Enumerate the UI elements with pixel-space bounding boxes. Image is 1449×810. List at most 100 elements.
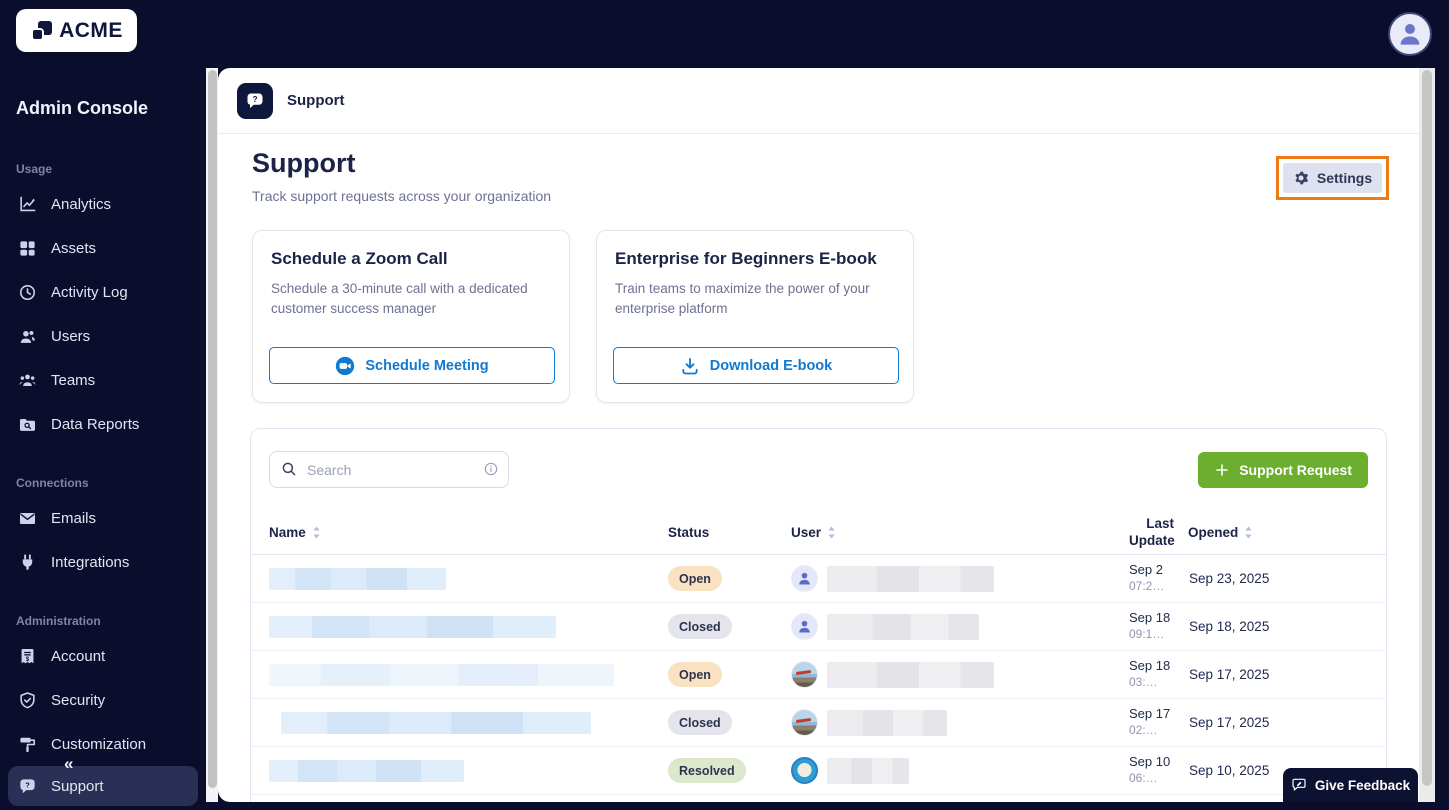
breadcrumb: Support	[218, 68, 1419, 134]
sidebar-nav: Usage Analytics Assets Activity Log User…	[0, 140, 206, 806]
sidebar-item-label: Support	[51, 778, 104, 795]
sidebar-item-label: Analytics	[51, 196, 111, 213]
support-request-button[interactable]: Support Request	[1198, 452, 1368, 488]
download-icon	[680, 356, 700, 376]
column-header-opened[interactable]: Opened	[1188, 525, 1386, 540]
sidebar-item-analytics[interactable]: Analytics	[8, 182, 198, 226]
page-title: Support	[252, 148, 355, 179]
assets-icon	[18, 239, 37, 258]
card-title: Enterprise for Beginners E-book	[615, 249, 895, 269]
last-update-time: 07:2…	[1129, 579, 1188, 595]
card-title: Schedule a Zoom Call	[271, 249, 551, 269]
scrollbar-thumb[interactable]	[1422, 70, 1432, 786]
button-label: Give Feedback	[1315, 778, 1410, 793]
top-bar: ACME	[0, 0, 1449, 68]
sidebar: Admin Console Usage Analytics Assets Act…	[0, 68, 206, 810]
opened-date: Sep 17, 2025	[1188, 667, 1386, 682]
info-icon[interactable]	[483, 461, 499, 477]
activity-log-icon	[18, 283, 37, 302]
sort-icon	[1244, 526, 1253, 539]
person-icon	[796, 570, 813, 587]
user-avatar	[791, 709, 818, 736]
redacted-user-name	[827, 710, 947, 736]
table-row[interactable]: Open Sep 1803:… Sep 17, 2025	[251, 651, 1386, 699]
last-update-date: Sep 10	[1129, 754, 1188, 771]
table-body: Open Sep 207:2… Sep 23, 2025 Closed	[251, 555, 1386, 795]
column-header-user[interactable]: User	[791, 525, 1129, 540]
scrollbar-thumb[interactable]	[208, 70, 217, 788]
table-row[interactable]: Open Sep 207:2… Sep 23, 2025	[251, 555, 1386, 603]
section-label-connections: Connections	[16, 476, 190, 490]
feedback-pencil-icon	[1291, 777, 1307, 793]
sort-icon	[827, 526, 836, 539]
profile-avatar[interactable]	[1388, 12, 1432, 56]
plus-icon	[1214, 462, 1230, 478]
collapse-sidebar-icon[interactable]: «	[64, 754, 71, 774]
section-label-administration: Administration	[16, 614, 190, 628]
app-root: ACME Admin Console Usage Analytics Asset…	[0, 0, 1449, 810]
schedule-meeting-button[interactable]: Schedule Meeting	[269, 347, 555, 384]
users-icon	[18, 327, 37, 346]
breadcrumb-item[interactable]: Support	[287, 92, 345, 109]
sidebar-item-teams[interactable]: Teams	[8, 358, 198, 402]
button-label: Schedule Meeting	[365, 358, 488, 374]
acme-logo: ACME	[16, 9, 137, 52]
sidebar-item-support[interactable]: Support	[8, 766, 198, 806]
table-row[interactable]: Closed Sep 1702:… Sep 17, 2025	[251, 699, 1386, 747]
status-badge: Closed	[668, 710, 732, 735]
main-content: Support Support Track support requests a…	[218, 68, 1419, 802]
status-badge: Closed	[668, 614, 732, 639]
redacted-name	[269, 616, 556, 638]
user-avatar	[791, 565, 818, 592]
settings-label: Settings	[1317, 170, 1372, 186]
sidebar-item-label: Activity Log	[51, 284, 128, 301]
analytics-icon	[18, 195, 37, 214]
table-header-row: Name Status User Last Update Opened	[251, 511, 1386, 555]
sidebar-item-activity-log[interactable]: Activity Log	[8, 270, 198, 314]
sidebar-item-emails[interactable]: Emails	[8, 496, 198, 540]
sidebar-item-integrations[interactable]: Integrations	[8, 540, 198, 584]
acme-logo-icon	[30, 19, 54, 43]
teams-icon	[18, 371, 37, 390]
last-update-date: Sep 17	[1129, 706, 1188, 723]
download-ebook-button[interactable]: Download E-book	[613, 347, 899, 384]
search-box	[269, 451, 509, 488]
sidebar-item-label: Teams	[51, 372, 95, 389]
page-scrollbar[interactable]	[1419, 68, 1435, 802]
table-row[interactable]: Closed Sep 1809:1… Sep 18, 2025	[251, 603, 1386, 651]
search-input[interactable]	[269, 451, 509, 488]
paint-roller-icon	[18, 735, 37, 754]
table-row[interactable]: Resolved Sep 1006:… Sep 10, 2025	[251, 747, 1386, 795]
sidebar-item-assets[interactable]: Assets	[8, 226, 198, 270]
sort-icon	[312, 526, 321, 539]
redacted-name	[269, 568, 446, 590]
last-update-time: 03:…	[1129, 675, 1188, 691]
column-header-name[interactable]: Name	[269, 525, 668, 540]
sidebar-item-label: Security	[51, 692, 105, 709]
sidebar-item-security[interactable]: Security	[8, 678, 198, 722]
button-label: Support Request	[1239, 462, 1352, 478]
user-avatar	[791, 757, 818, 784]
user-avatar	[791, 613, 818, 640]
chat-question-icon	[18, 777, 37, 796]
column-header-status: Status	[668, 525, 791, 540]
sidebar-item-data-reports[interactable]: Data Reports	[8, 402, 198, 446]
sidebar-scrollbar[interactable]	[206, 68, 218, 802]
sidebar-item-label: Users	[51, 328, 90, 345]
last-update-time: 02:…	[1129, 723, 1188, 739]
sidebar-title: Admin Console	[16, 98, 148, 119]
sidebar-item-customization[interactable]: Customization	[8, 722, 198, 766]
email-icon	[18, 509, 37, 528]
status-badge: Open	[668, 566, 722, 591]
search-icon	[280, 460, 298, 478]
give-feedback-button[interactable]: Give Feedback	[1283, 768, 1418, 802]
status-badge: Open	[668, 662, 722, 687]
sidebar-item-account[interactable]: Account	[8, 634, 198, 678]
opened-date: Sep 17, 2025	[1188, 715, 1386, 730]
last-update-date: Sep 18	[1129, 610, 1188, 627]
settings-button[interactable]: Settings	[1283, 163, 1382, 193]
redacted-user-name	[827, 758, 909, 784]
sidebar-item-users[interactable]: Users	[8, 314, 198, 358]
column-label: Name	[269, 525, 306, 540]
last-update-time: 06:…	[1129, 771, 1188, 787]
